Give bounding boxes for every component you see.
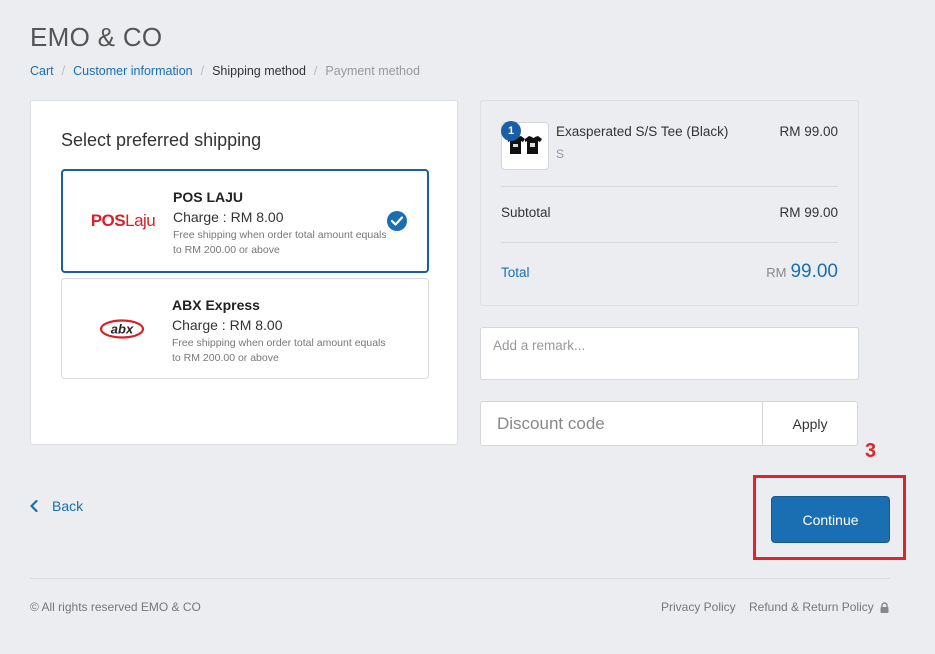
abx-express-logo: abx (84, 279, 160, 378)
product-name: Exasperated S/S Tee (Black) (556, 124, 729, 139)
subtotal-label: Subtotal (501, 205, 551, 220)
shipping-option-name: POS LAJU (173, 189, 244, 205)
product-variant: S (556, 147, 565, 161)
privacy-policy-link[interactable]: Privacy Policy (661, 600, 736, 614)
continue-button[interactable]: Continue (771, 496, 890, 543)
subtotal-value: RM 99.00 (779, 205, 838, 220)
remark-input[interactable] (480, 327, 859, 380)
refund-policy-label: Refund & Return Policy (749, 600, 874, 614)
pos-laju-logo: POSLaju (90, 211, 156, 230)
shipping-option-note: Free shipping when order total amount eq… (173, 229, 387, 256)
quantity-badge: 1 (501, 121, 521, 141)
breadcrumb-separator: / (313, 64, 318, 78)
step-annotation-number: 3 (865, 440, 877, 462)
total-label: Total (501, 265, 530, 280)
breadcrumb-separator: / (200, 64, 205, 78)
back-label: Back (52, 498, 84, 514)
shipping-option-charge: Charge : RM 8.00 (173, 209, 284, 225)
breadcrumb-cart[interactable]: Cart (30, 64, 54, 78)
shipping-option-pos-laju[interactable]: POSLaju POS LAJU Charge : RM 8.00 Free s… (61, 169, 429, 273)
selected-check-icon (387, 211, 407, 231)
brand-title: EMO & CO (30, 22, 163, 52)
shipping-panel: Select preferred shipping POSLaju POS LA… (30, 100, 458, 445)
total-value: RM 99.00 (766, 261, 838, 283)
abx-logo-text: abx (111, 321, 134, 336)
shipping-option-note: Free shipping when order total amount eq… (172, 337, 386, 364)
total-currency: RM (766, 265, 787, 280)
product-price: RM 99.00 (779, 124, 838, 139)
footer-divider (30, 578, 890, 579)
shipping-option-name: ABX Express (172, 297, 260, 313)
shipping-title: Select preferred shipping (61, 130, 262, 150)
divider (501, 242, 838, 243)
breadcrumb-payment-method: Payment method (325, 64, 420, 78)
apply-button[interactable]: Apply (762, 401, 858, 446)
chevron-left-icon (30, 500, 38, 512)
discount-code-input[interactable] (480, 401, 763, 446)
total-amount: 99.00 (790, 261, 838, 282)
lock-icon (880, 601, 889, 613)
divider (501, 186, 838, 187)
breadcrumb: Cart / Customer information / Shipping metho… (30, 64, 420, 78)
breadcrumb-shipping-method: Shipping method (212, 64, 306, 78)
copyright-text: © All rights reserved EMO & CO (30, 600, 201, 614)
order-summary: 1 Exasperated S/S Tee (Black) S RM 99.00… (480, 100, 859, 306)
shipping-option-abx-express[interactable]: abx ABX Express Charge : RM 8.00 Free sh… (61, 278, 429, 379)
breadcrumb-customer-information[interactable]: Customer information (73, 64, 193, 78)
back-link[interactable]: Back (30, 498, 83, 514)
breadcrumb-separator: / (61, 64, 66, 78)
refund-policy-link[interactable]: Refund & Return Policy (749, 600, 889, 614)
shipping-option-charge: Charge : RM 8.00 (172, 317, 283, 333)
